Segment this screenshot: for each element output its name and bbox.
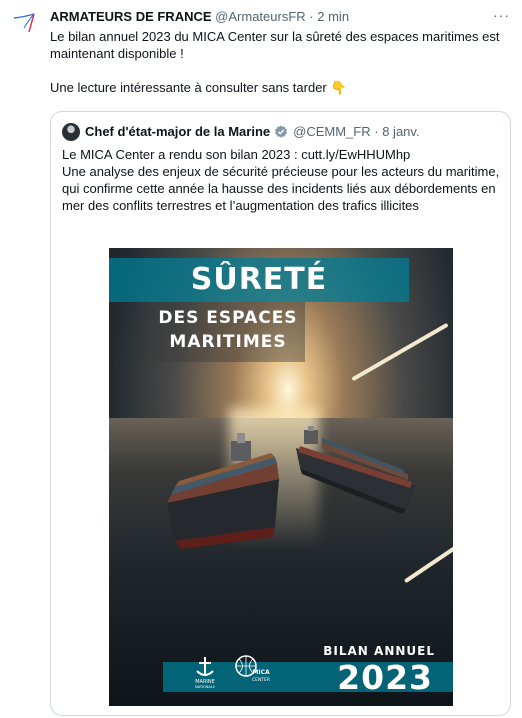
tweet-header: ARMATEURS DE FRANCE @ArmateursFR · 2 min [50, 9, 349, 25]
container-ship-left [167, 433, 279, 549]
report-cover-image[interactable]: SÛRETÉ DES ESPACES MARITIMES BILAN ANNUE… [109, 248, 453, 706]
bilan-annuel-label: BILAN ANNUEL [323, 644, 435, 658]
marine-nationale-logo-icon: MARINE NATIONALE [195, 657, 215, 689]
quoted-tweet[interactable]: Chef d'état-major de la Marine @CEMM_FR … [50, 111, 511, 716]
quote-author-handle[interactable]: @CEMM_FR [293, 124, 370, 140]
container-ship-right [296, 426, 416, 514]
poster-subtitle: DES ESPACES MARITIMES [158, 308, 298, 352]
armateurs-logo-icon[interactable] [10, 12, 40, 42]
tweet[interactable]: ARMATEURS DE FRANCE @ArmateursFR · 2 min… [0, 0, 522, 718]
author-handle[interactable]: @ArmateursFR [215, 9, 306, 24]
quote-header: Chef d'état-major de la Marine @CEMM_FR … [62, 123, 420, 141]
quote-time[interactable]: 8 janv. [382, 124, 419, 140]
tweet-time[interactable]: 2 min [317, 9, 349, 24]
author-name[interactable]: ARMATEURS DE FRANCE [50, 9, 212, 24]
verified-badge-icon [275, 125, 288, 138]
more-horizontal-icon[interactable]: ··· [493, 8, 510, 22]
pointing-down-emoji: 👇 [330, 80, 347, 95]
quote-text: Le MICA Center a rendu son bilan 2023 : … [62, 147, 500, 213]
marine-logo-subtext: NATIONALE [195, 685, 215, 689]
mica-logo-text: MICA [252, 669, 270, 676]
tweet-text: Le bilan annuel 2023 du MICA Center sur … [50, 28, 512, 96]
quote-separator-dot: · [374, 124, 379, 139]
mica-center-logo-icon: MICA CENTER [235, 655, 270, 683]
poster-title: SÛRETÉ [190, 262, 328, 297]
report-year: 2023 [337, 658, 433, 697]
tweet-body: Le bilan annuel 2023 du MICA Center sur … [50, 29, 500, 95]
quote-author-name[interactable]: Chef d'état-major de la Marine [85, 124, 270, 140]
mica-logo-subtext: CENTER [252, 677, 270, 683]
light-streak [351, 322, 449, 382]
separator-dot: · [309, 9, 314, 24]
quote-avatar[interactable] [62, 123, 80, 141]
